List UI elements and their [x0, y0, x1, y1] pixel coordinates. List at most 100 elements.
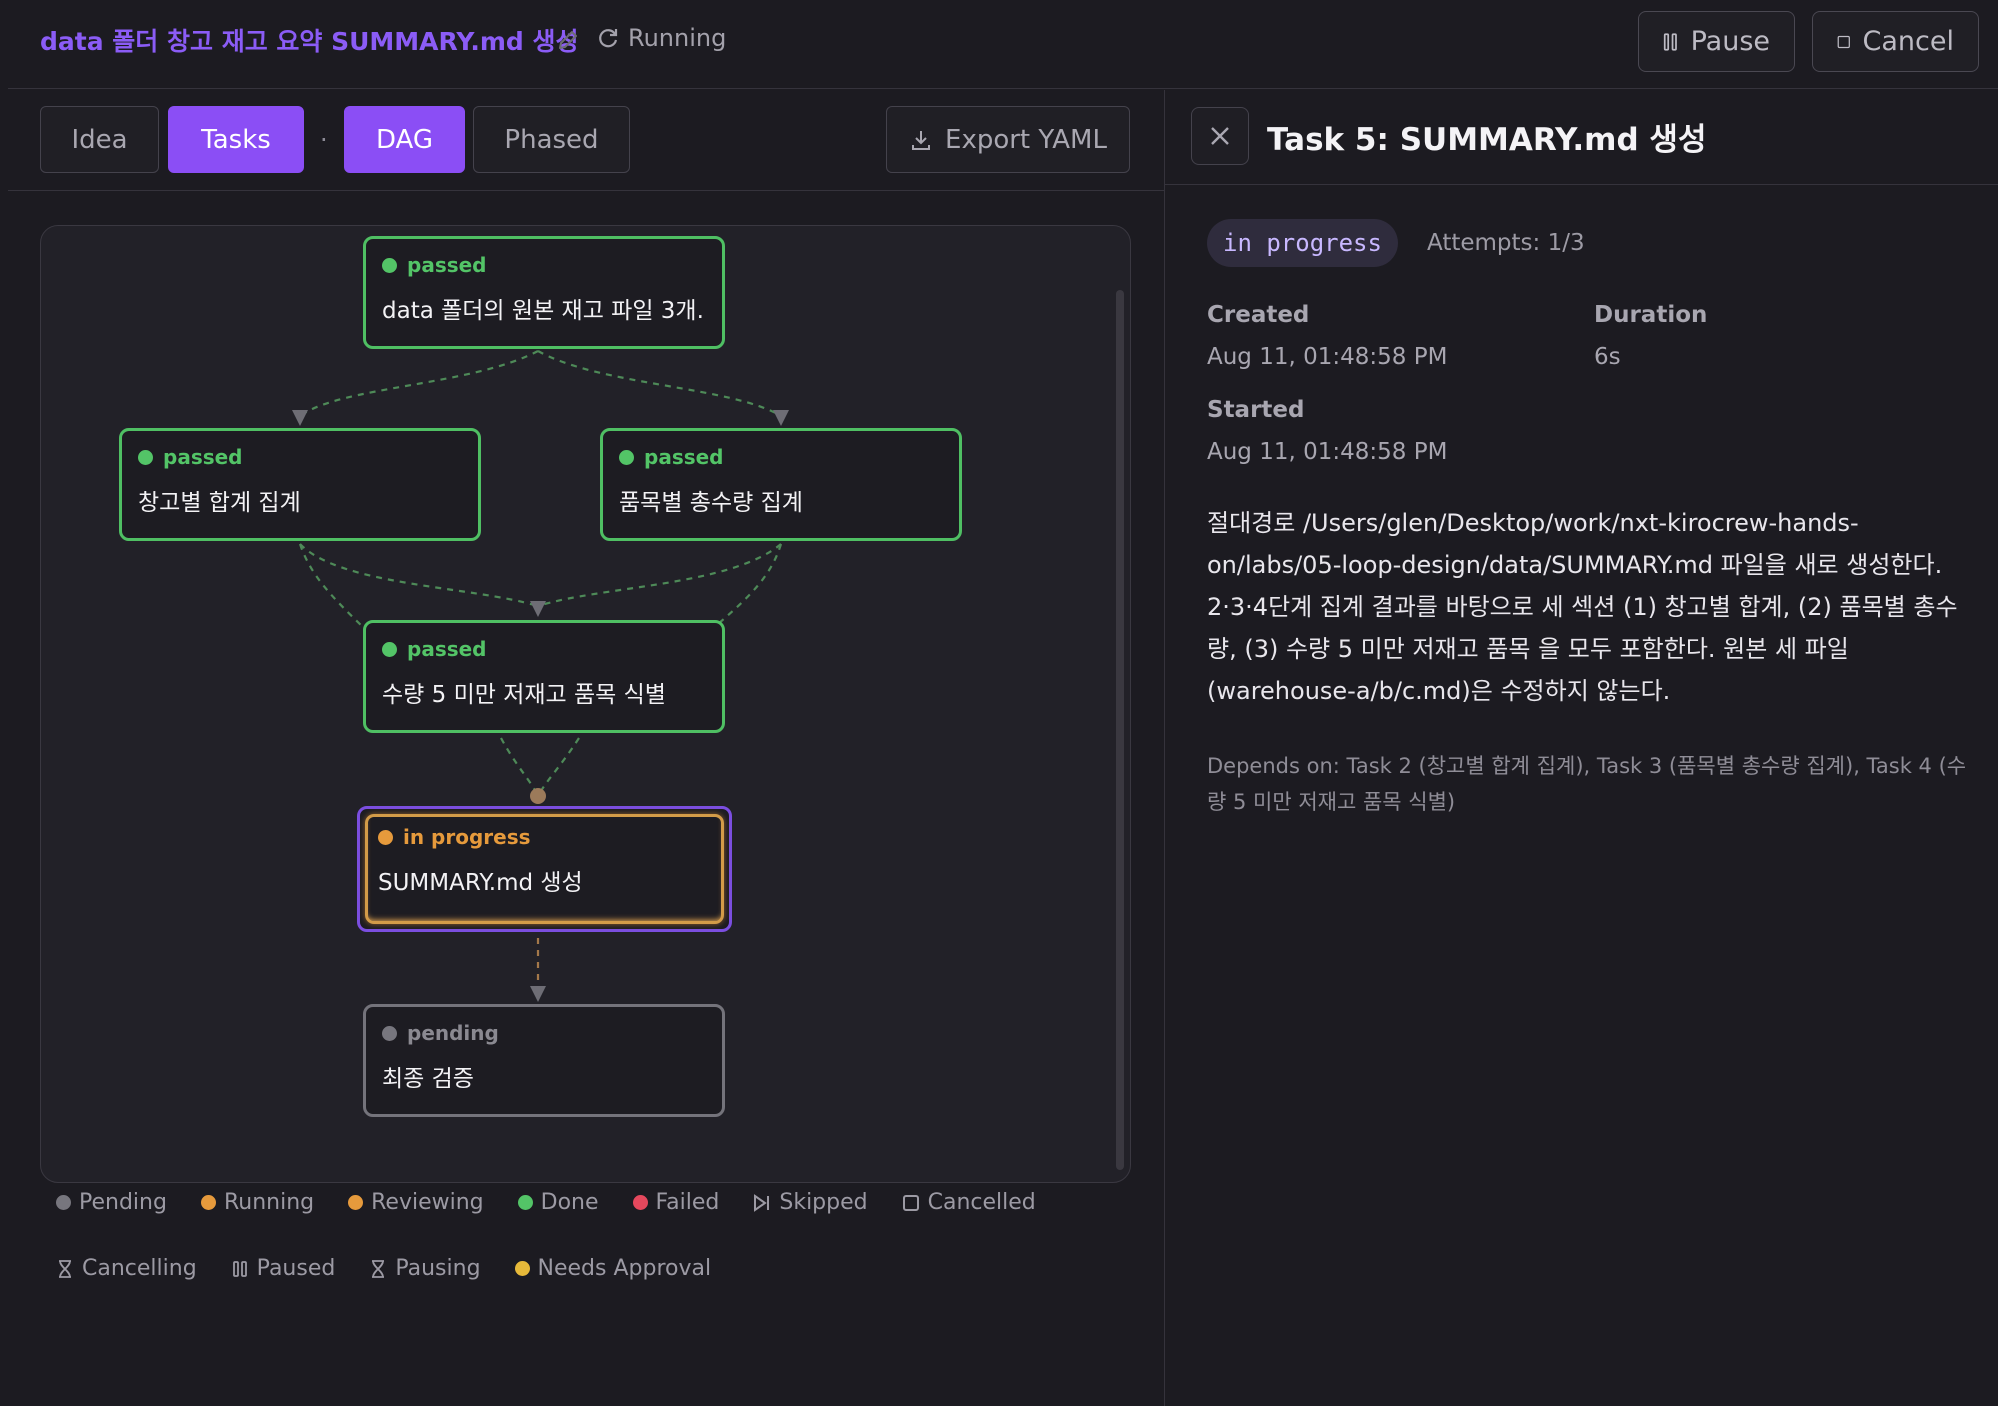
dag-node-2[interactable]: passed 창고별 합계 집계 [119, 428, 481, 541]
legend-skipped-label: Skipped [779, 1190, 868, 1215]
pause-icon [1663, 32, 1677, 51]
export-yaml-label: Export YAML [945, 124, 1107, 155]
node-title: data 폴더의 원본 재고 파일 3개... [382, 298, 706, 324]
node-title: 최종 검증 [382, 1066, 474, 1092]
created-value: Aug 11, 01:48:58 PM [1207, 344, 1448, 370]
legend-failed-label: Failed [655, 1190, 720, 1215]
dag-node-1[interactable]: passed data 폴더의 원본 재고 파일 3개... [363, 236, 725, 349]
arrowhead-2 [292, 410, 308, 426]
attempts-count: Attempts: 1/3 [1427, 230, 1585, 256]
pause-icon [232, 1260, 247, 1277]
detail-header: Task 5: SUMMARY.md 생성 [1165, 90, 1998, 185]
hourglass-icon [372, 1259, 385, 1278]
square-icon [902, 1194, 919, 1211]
arrowhead-5-marker [530, 788, 546, 804]
status-dot [382, 641, 397, 657]
legend-pending-label: Pending [79, 1190, 167, 1215]
edge-3-4-b [710, 543, 783, 631]
run-title: data 폴더 창고 재고 요약 SUMMARY.md 생성 [40, 27, 579, 56]
run-status: Running [596, 24, 726, 52]
node-title: 품목별 총수량 집계 [619, 490, 803, 516]
tab-dag[interactable]: DAG [344, 106, 465, 173]
node-status-text: passed [644, 445, 724, 469]
legend-reviewing-label: Reviewing [371, 1190, 484, 1215]
legend-pending: Pending [56, 1190, 167, 1215]
edit-pencil-icon[interactable] [556, 28, 580, 52]
dag-scrollbar[interactable] [1116, 290, 1124, 1170]
status-dot [382, 1025, 397, 1041]
status-legend-row-2: Cancelling Paused Pausing Needs Approval [56, 1256, 1156, 1281]
skip-icon [754, 1193, 770, 1212]
status-dot [382, 257, 397, 273]
detail-title: Task 5: SUMMARY.md 생성 [1267, 122, 1707, 158]
approval-dot-icon [514, 1261, 530, 1276]
started-value: Aug 11, 01:48:58 PM [1207, 439, 1448, 465]
edge-4-5-b [537, 737, 580, 797]
legend-skipped: Skipped [753, 1190, 868, 1215]
stop-square-icon [1837, 35, 1850, 48]
node-status-text: passed [163, 445, 243, 469]
status-dot [619, 449, 634, 465]
arrowhead-6 [530, 986, 546, 1002]
node-title: 수량 5 미만 저재고 품목 식별 [382, 682, 666, 708]
top-bar: data 폴더 창고 재고 요약 SUMMARY.md 생성 Running P… [8, 0, 1998, 89]
cancel-label: Cancel [1862, 26, 1954, 57]
pause-button[interactable]: Pause [1638, 11, 1795, 72]
done-dot-icon [517, 1195, 533, 1210]
node-status: passed [138, 445, 462, 469]
download-icon [912, 130, 931, 150]
tab-separator: · [320, 126, 328, 154]
node-status: in progress [378, 825, 711, 849]
node-status-text: passed [407, 253, 487, 277]
legend-cancelling: Cancelling [56, 1256, 197, 1281]
run-status-label: Running [628, 24, 727, 52]
arrowhead-3 [773, 410, 789, 426]
legend-pausing-label: Pausing [395, 1256, 481, 1281]
tab-phased[interactable]: Phased [473, 106, 630, 173]
pending-dot-icon [56, 1195, 71, 1210]
tab-tasks[interactable]: Tasks [168, 106, 304, 173]
legend-reviewing: Reviewing [348, 1190, 484, 1215]
hourglass-icon [59, 1259, 71, 1278]
cancel-button[interactable]: Cancel [1812, 11, 1979, 72]
reviewing-dot-icon [348, 1195, 364, 1210]
node-inner: in progress SUMMARY.md 생성 [365, 814, 724, 924]
legend-done-label: Done [540, 1190, 599, 1215]
legend-needs-approval-label: Needs Approval [537, 1256, 712, 1281]
dag-panel: Idea Tasks · DAG Phased Export YAML pass… [8, 90, 1164, 1406]
legend-done: Done [517, 1190, 599, 1215]
legend-cancelling-label: Cancelling [82, 1256, 197, 1281]
close-icon [1211, 127, 1229, 145]
legend-cancelled-label: Cancelled [927, 1190, 1036, 1215]
failed-dot-icon [632, 1195, 648, 1210]
legend-running: Running [200, 1190, 314, 1215]
tab-idea[interactable]: Idea [40, 106, 159, 173]
task-detail-panel: Task 5: SUMMARY.md 생성 in progress Attemp… [1164, 90, 1998, 1406]
node-status-text: passed [407, 637, 487, 661]
dag-node-5-selected[interactable]: in progress SUMMARY.md 생성 [357, 806, 732, 932]
running-dot-icon [200, 1195, 216, 1210]
node-status-text: pending [407, 1021, 499, 1045]
edge-3-4 [537, 543, 782, 608]
close-button[interactable] [1191, 107, 1249, 165]
node-status: passed [382, 637, 706, 661]
dag-node-3[interactable]: passed 품목별 총수량 집계 [600, 428, 962, 541]
dag-canvas[interactable]: passed data 폴더의 원본 재고 파일 3개... passed 창고… [40, 225, 1131, 1183]
dag-node-4[interactable]: passed 수량 5 미만 저재고 품목 식별 [363, 620, 725, 733]
legend-needs-approval: Needs Approval [514, 1256, 712, 1281]
task-dependencies: Depends on: Task 2 (창고별 합계 집계), Task 3 (… [1207, 754, 1967, 814]
node-status: passed [382, 253, 706, 277]
status-badge: in progress [1207, 219, 1398, 267]
status-legend-row-1: Pending Running Reviewing Done Failed Sk… [56, 1190, 1156, 1215]
edge-1-2 [299, 350, 539, 417]
duration-label: Duration [1594, 302, 1708, 328]
dag-node-6[interactable]: pending 최종 검증 [363, 1004, 725, 1117]
legend-paused-label: Paused [256, 1256, 336, 1281]
export-yaml-button[interactable]: Export YAML [886, 106, 1130, 173]
legend-pausing: Pausing [369, 1256, 481, 1281]
legend-cancelled: Cancelled [902, 1190, 1036, 1215]
node-status: pending [382, 1021, 706, 1045]
node-title: SUMMARY.md 생성 [378, 870, 583, 896]
status-dot [378, 829, 393, 845]
created-label: Created [1207, 302, 1310, 328]
